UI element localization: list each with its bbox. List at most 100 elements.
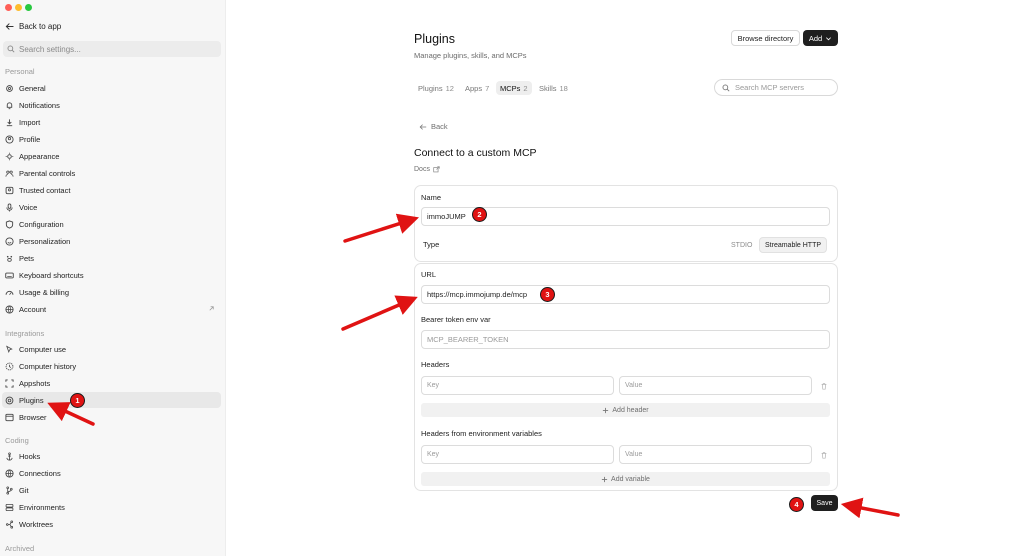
add-variable-label: Add variable xyxy=(611,475,650,483)
contact-icon xyxy=(5,186,14,195)
sidebar-item-label: Computer history xyxy=(19,361,77,371)
sidebar-item-hooks[interactable]: Hooks xyxy=(2,448,221,464)
add-button[interactable]: Add xyxy=(803,30,838,46)
section-coding: Coding xyxy=(5,436,29,445)
sidebar-item-personalization[interactable]: Personalization xyxy=(2,233,221,249)
server-icon xyxy=(5,503,14,512)
sidebar-item-parental-controls[interactable]: Parental controls xyxy=(2,165,221,181)
sidebar-item-label: Computer use xyxy=(19,344,67,354)
tab-count: 18 xyxy=(559,83,568,93)
sidebar-item-label: Connections xyxy=(19,468,61,478)
sidebar-item-usage-billing[interactable]: Usage & billing xyxy=(2,284,221,300)
paw-icon xyxy=(5,254,14,263)
docs-link[interactable]: Docs xyxy=(414,166,440,173)
search-settings-placeholder: Search settings... xyxy=(19,44,81,54)
env-key-input[interactable]: Key xyxy=(421,445,614,464)
save-button[interactable]: Save xyxy=(811,495,838,511)
sidebar-item-label: Notifications xyxy=(19,100,60,110)
sidebar-item-notifications[interactable]: Notifications xyxy=(2,97,221,113)
annotation-badge-1: 1 xyxy=(70,393,85,408)
sidebar-item-computer-history[interactable]: Computer history xyxy=(2,358,221,374)
sidebar-item-label: Profile xyxy=(19,134,41,144)
git-branch-icon xyxy=(5,485,14,495)
sidebar-item-pets[interactable]: Pets xyxy=(2,250,221,266)
sidebar-item-trusted-contact[interactable]: Trusted contact xyxy=(2,182,221,198)
bell-icon xyxy=(5,101,14,110)
form-title: Connect to a custom MCP xyxy=(414,147,537,159)
sidebar-item-general[interactable]: General xyxy=(2,80,221,96)
url-label: URL xyxy=(421,270,437,279)
header-key-input[interactable]: Key xyxy=(421,376,614,395)
section-personal: Personal xyxy=(5,67,35,76)
back-link[interactable]: Back xyxy=(419,122,448,131)
sidebar-item-browser[interactable]: Browser xyxy=(2,409,221,425)
import-icon xyxy=(5,118,14,127)
tab-apps[interactable]: Apps 7 xyxy=(461,81,493,95)
header-value-input[interactable]: Value xyxy=(619,376,812,395)
tab-count: 2 xyxy=(523,83,528,93)
external-link-icon xyxy=(209,306,214,311)
back-to-app-label: Back to app xyxy=(19,22,62,31)
add-header-button[interactable]: Add header xyxy=(421,403,830,417)
search-mcp-placeholder: Search MCP servers xyxy=(735,83,805,92)
worktree-icon xyxy=(5,519,14,529)
search-icon xyxy=(722,84,730,92)
sidebar-item-computer-use[interactable]: Computer use xyxy=(2,341,221,357)
sidebar-item-worktrees[interactable]: Worktrees xyxy=(2,516,221,532)
url-input[interactable]: https://mcp.immojump.de/mcp xyxy=(421,285,830,304)
plus-icon xyxy=(601,476,608,482)
annotation-arrow-3 xyxy=(341,295,418,331)
sidebar-item-account[interactable]: Account xyxy=(2,301,221,317)
delete-env-variable-icon[interactable] xyxy=(820,451,828,459)
sidebar-item-label: Appearance xyxy=(19,151,60,161)
annotation-arrow-2 xyxy=(343,213,420,243)
minimize-window-button[interactable] xyxy=(15,4,22,11)
back-to-app-link[interactable]: Back to app xyxy=(5,22,61,31)
section-archived: Archived xyxy=(5,544,35,553)
browse-directory-button[interactable]: Browse directory xyxy=(731,30,800,46)
back-link-label: Back xyxy=(431,122,448,131)
env-value-input[interactable]: Value xyxy=(619,445,812,464)
type-option-stdio[interactable]: STDIO xyxy=(727,238,756,252)
shield-icon xyxy=(5,219,14,229)
search-settings-input[interactable]: Search settings... xyxy=(3,41,221,57)
sidebar-item-profile[interactable]: Profile xyxy=(2,131,221,147)
tab-mcps[interactable]: MCPs 2 xyxy=(496,81,532,95)
sidebar-item-voice[interactable]: Voice xyxy=(2,199,221,215)
page-subtitle: Manage plugins, skills, and MCPs xyxy=(414,51,527,60)
annotation-badge-4: 4 xyxy=(789,497,804,512)
tab-label: Apps xyxy=(465,83,483,93)
sidebar-item-appearance[interactable]: Appearance xyxy=(2,148,221,164)
sidebar-item-connections[interactable]: Connections xyxy=(2,465,221,481)
close-window-button[interactable] xyxy=(5,4,12,11)
tab-plugins[interactable]: Plugins 12 xyxy=(414,81,458,95)
sidebar-item-label: Pets xyxy=(19,253,35,263)
sidebar-item-configuration[interactable]: Configuration xyxy=(2,216,221,232)
section-integrations: Integrations xyxy=(5,329,45,338)
name-label: Name xyxy=(421,193,442,202)
sidebar-item-git[interactable]: Git xyxy=(2,482,221,498)
sidebar-item-import[interactable]: Import xyxy=(2,114,221,130)
tab-label: MCPs xyxy=(500,83,521,93)
delete-header-icon[interactable] xyxy=(820,382,828,390)
annotation-arrow-4 xyxy=(840,497,900,519)
page-title: Plugins xyxy=(414,32,455,46)
search-mcp-input[interactable]: Search MCP servers xyxy=(714,79,838,96)
add-variable-button[interactable]: Add variable xyxy=(421,472,830,486)
tab-skills[interactable]: Skills 18 xyxy=(535,81,572,95)
sidebar-item-label: Hooks xyxy=(19,451,41,461)
keyboard-icon xyxy=(5,271,14,280)
bearer-token-input[interactable]: MCP_BEARER_TOKEN xyxy=(421,330,830,349)
sidebar-item-label: Parental controls xyxy=(19,168,76,178)
maximize-window-button[interactable] xyxy=(25,4,32,11)
sidebar-item-keyboard-shortcuts[interactable]: Keyboard shortcuts xyxy=(2,267,221,283)
sidebar-item-appshots[interactable]: Appshots xyxy=(2,375,221,391)
search-icon xyxy=(7,45,15,53)
arrow-left-icon xyxy=(419,123,427,130)
sidebar-item-plugins[interactable]: Plugins xyxy=(2,392,221,408)
tab-label: Skills xyxy=(539,83,557,93)
sidebar-item-environments[interactable]: Environments xyxy=(2,499,221,515)
type-option-streamable-http[interactable]: Streamable HTTP xyxy=(759,237,828,253)
external-link-icon xyxy=(433,166,440,173)
gauge-icon xyxy=(5,288,14,297)
